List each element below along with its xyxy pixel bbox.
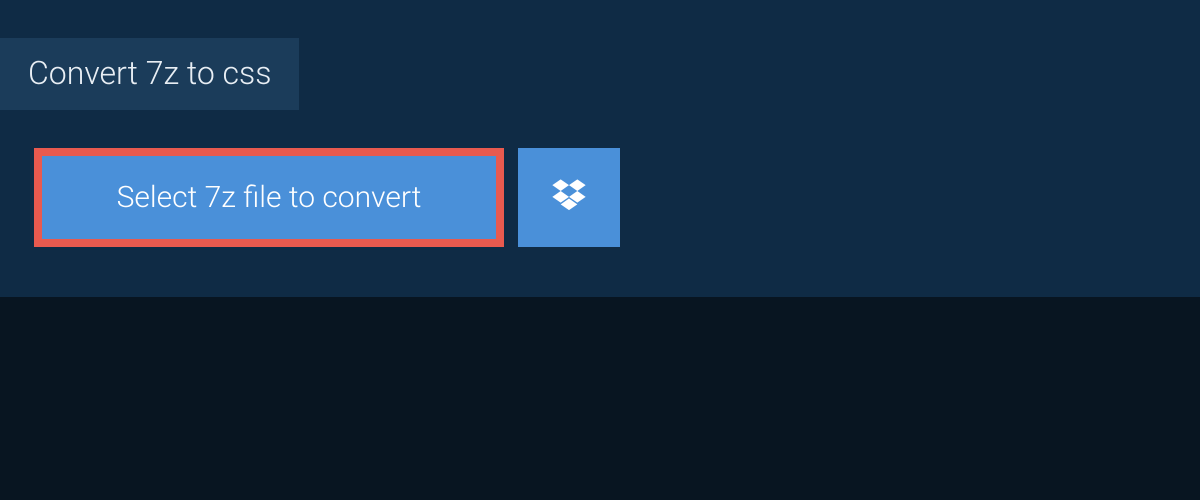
select-file-button[interactable]: Select 7z file to convert xyxy=(34,148,504,247)
tab-title: Convert 7z to css xyxy=(0,38,299,110)
dropbox-icon xyxy=(549,176,589,220)
action-row: Select 7z file to convert xyxy=(0,148,1200,247)
tab-title-text: Convert 7z to css xyxy=(28,54,271,92)
converter-panel: Convert 7z to css Select 7z file to conv… xyxy=(0,0,1200,297)
select-file-label: Select 7z file to convert xyxy=(117,180,422,215)
dropbox-button[interactable] xyxy=(518,148,620,247)
